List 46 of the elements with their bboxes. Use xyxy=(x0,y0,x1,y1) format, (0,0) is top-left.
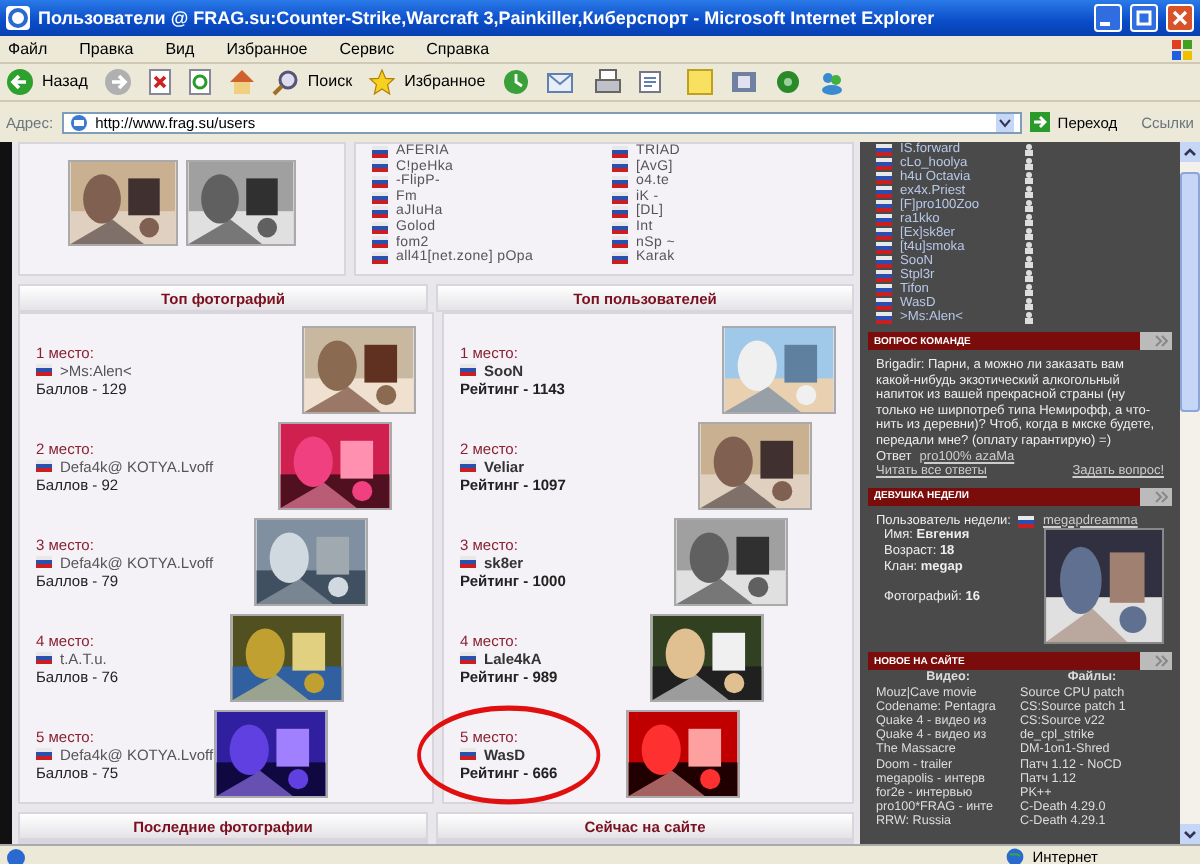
maximize-button[interactable] xyxy=(1130,4,1158,32)
home-icon[interactable] xyxy=(227,68,256,96)
maximize-icon xyxy=(1136,10,1152,26)
scrollbar-thumb[interactable] xyxy=(1180,172,1200,412)
menu-item[interactable]: Вид xyxy=(165,39,195,59)
windows-logo-icon xyxy=(1172,39,1192,59)
flag-icon xyxy=(36,460,52,472)
flag-icon xyxy=(36,556,52,568)
flag-icon xyxy=(36,652,52,664)
globe-icon xyxy=(1006,848,1025,864)
menu-item[interactable]: Правка xyxy=(79,39,134,59)
dropdown-arrow-icon xyxy=(995,113,1014,131)
flag-icon xyxy=(36,364,52,376)
flag-icon xyxy=(460,652,476,664)
scroll-down-icon[interactable] xyxy=(1180,824,1200,844)
star-icon xyxy=(368,68,397,96)
ie-icon xyxy=(6,6,30,30)
printer-icon[interactable] xyxy=(593,68,622,96)
back-arrow-icon xyxy=(6,68,34,96)
flag-icon xyxy=(460,460,476,472)
search-button[interactable]: Поиск xyxy=(271,68,353,96)
history-icon[interactable] xyxy=(501,68,530,96)
scroll-up-icon[interactable] xyxy=(1180,142,1200,162)
flag-icon xyxy=(36,748,52,760)
go-arrow-icon xyxy=(1029,112,1050,132)
flag-icon xyxy=(460,556,476,568)
mail-icon[interactable] xyxy=(545,68,578,96)
note-icon[interactable] xyxy=(685,68,714,96)
window-title: Пользователи @ FRAG.su:Counter-Strike,Warcraft 3,Painkiller,Киберспорт - Microsoft Internet Explorer xyxy=(38,7,937,29)
flag-icon xyxy=(460,364,476,376)
back-button[interactable]: Назад xyxy=(6,68,88,96)
menu-item[interactable]: Сервис xyxy=(339,39,395,59)
flag-icon xyxy=(460,748,476,760)
menu-item[interactable]: Избранное xyxy=(226,39,308,59)
stop-icon[interactable] xyxy=(147,68,172,96)
search-icon xyxy=(271,68,300,96)
page-icon xyxy=(69,113,88,131)
close-button[interactable] xyxy=(1166,4,1194,32)
menu-item[interactable]: Файл xyxy=(8,39,48,59)
refresh-icon[interactable] xyxy=(187,68,212,96)
close-icon xyxy=(1172,10,1188,26)
messenger-icon[interactable] xyxy=(817,68,846,96)
favorites-button[interactable]: Избранное xyxy=(368,68,486,96)
minimize-button[interactable] xyxy=(1094,4,1122,32)
flag-icon xyxy=(1018,515,1035,528)
menu-item[interactable]: Справка xyxy=(426,39,490,59)
